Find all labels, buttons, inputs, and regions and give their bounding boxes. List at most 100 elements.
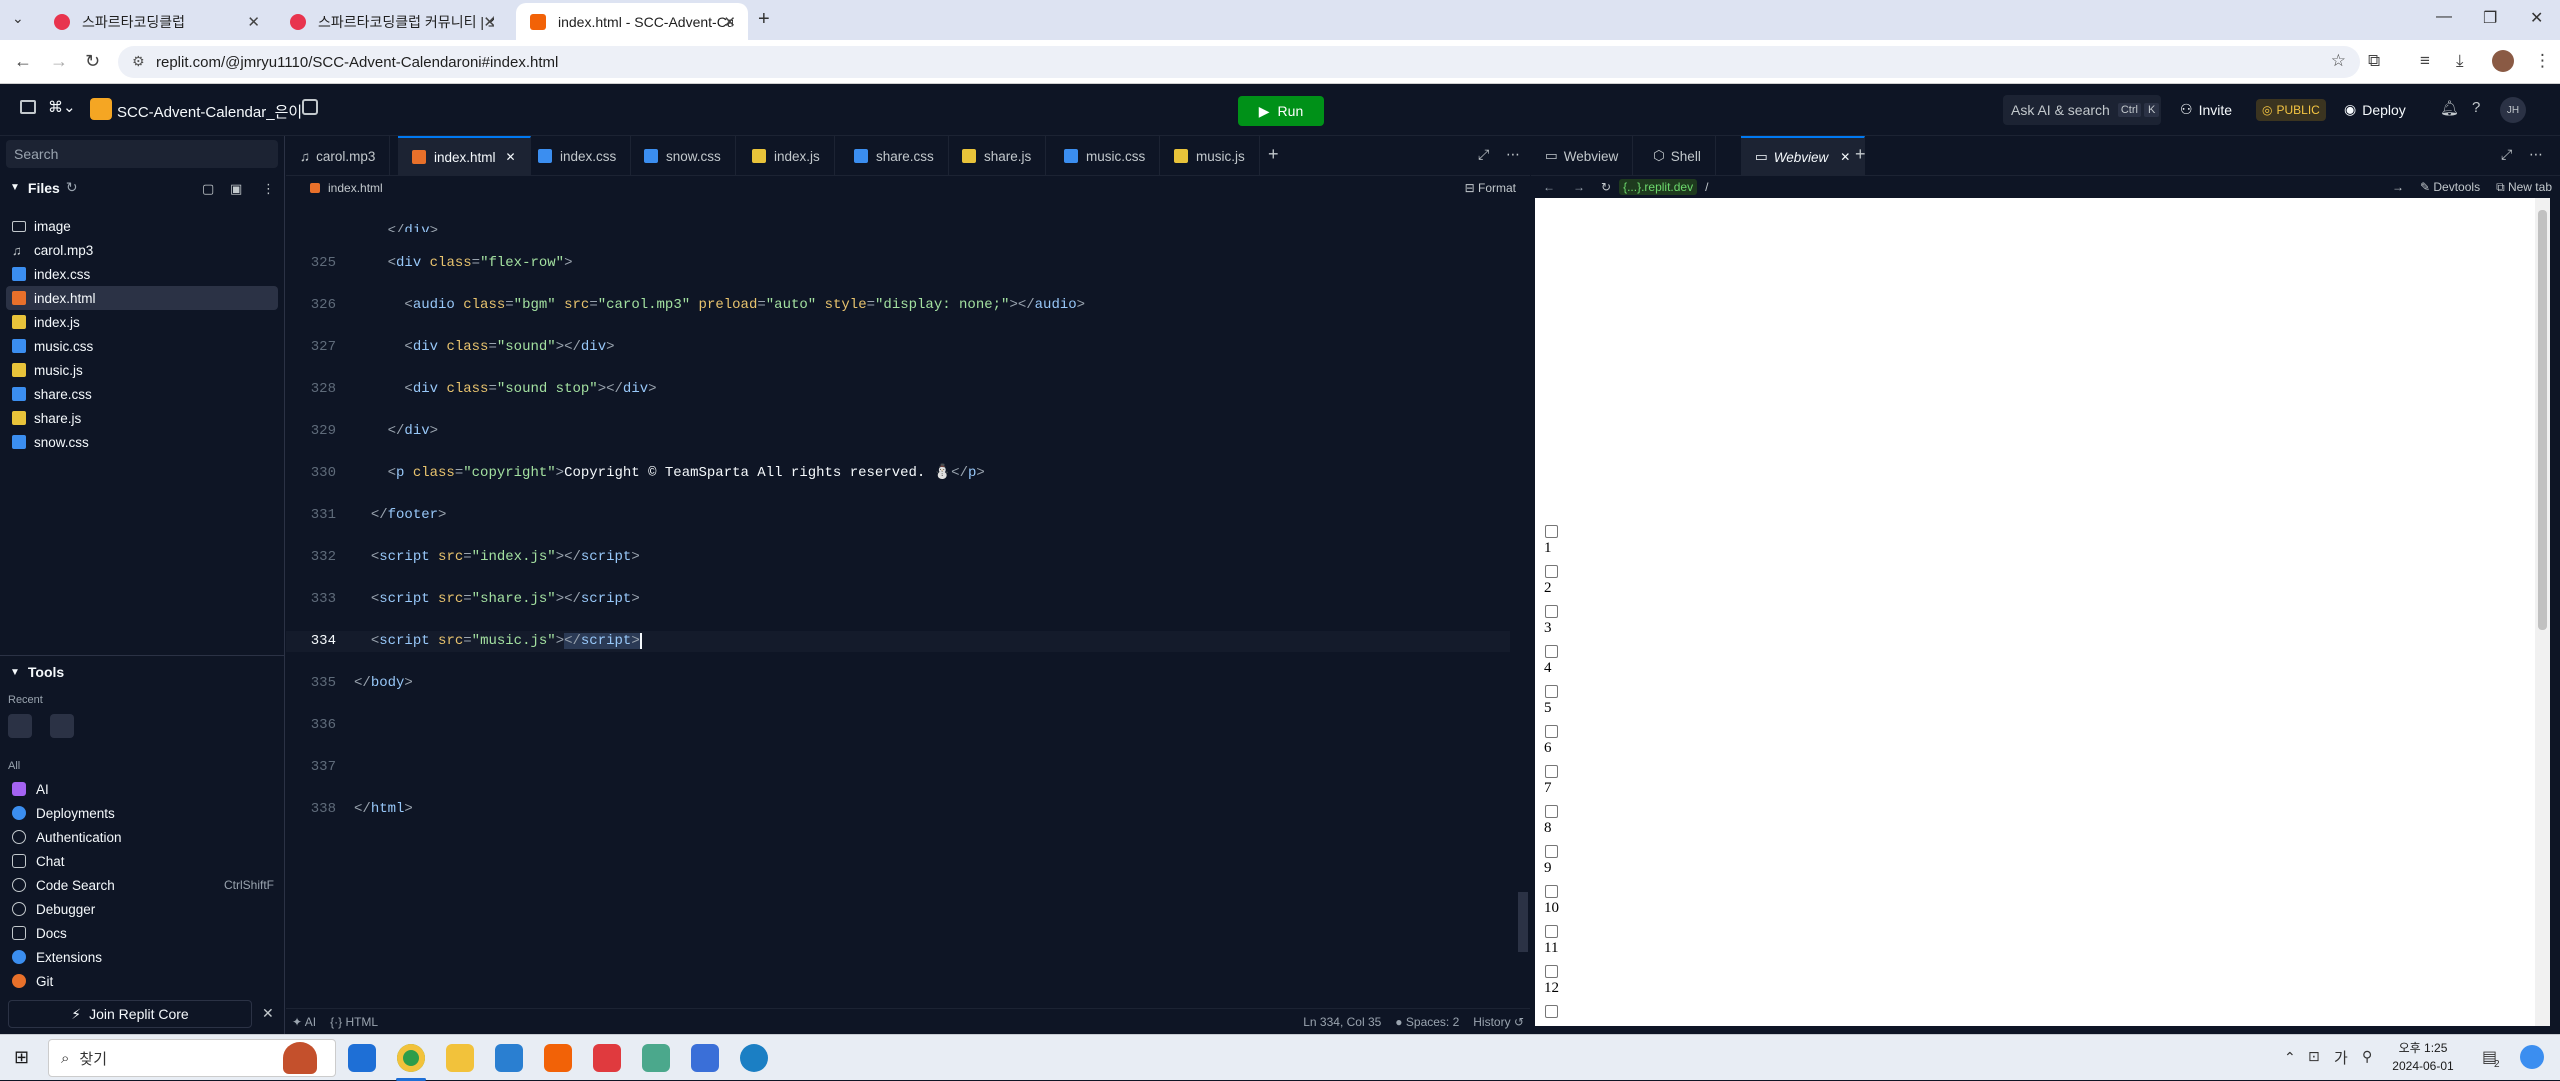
status-lang[interactable]: {·} HTML xyxy=(330,1015,378,1029)
sidebar-toggle-icon[interactable] xyxy=(20,100,36,114)
tray-icon[interactable]: ⚲ xyxy=(2362,1048,2372,1065)
status-spaces[interactable]: ● Spaces: 2 xyxy=(1395,1015,1459,1029)
day-checkbox[interactable] xyxy=(1545,605,1558,618)
copilot-icon[interactable] xyxy=(2520,1045,2544,1069)
close-icon[interactable]: ✕ xyxy=(262,1005,274,1022)
bell-icon[interactable]: 🔔︎ xyxy=(2440,99,2459,117)
window-close-icon[interactable]: ✕ xyxy=(2530,8,2543,28)
file-item-carol-mp3[interactable]: ♫ carol.mp3 xyxy=(12,238,93,262)
recent-webview-button[interactable] xyxy=(8,714,32,738)
forward-icon[interactable]: → xyxy=(50,51,68,72)
tools-section-header[interactable]: ▼ Tools xyxy=(10,664,64,680)
menu-kebab-icon[interactable]: ⋮ xyxy=(2534,51,2551,71)
tab-carol-mp3[interactable]: ♫ carol.mp3 xyxy=(286,136,391,176)
tab-share-js[interactable]: share.js xyxy=(948,136,1047,176)
docs-app-icon[interactable] xyxy=(691,1044,719,1072)
kebab-icon[interactable]: ⋮ xyxy=(262,181,275,197)
kebab-icon[interactable]: ⋯ xyxy=(1506,146,1520,163)
project-settings-icon[interactable] xyxy=(302,99,318,115)
tool-extensions[interactable]: Extensions xyxy=(12,946,102,968)
status-ai[interactable]: ✦ AI xyxy=(292,1015,316,1029)
ime-indicator[interactable]: 가 xyxy=(2334,1047,2348,1068)
tab-search-icon[interactable]: ⌄ xyxy=(12,10,24,27)
tool-chat[interactable]: Chat xyxy=(12,850,65,872)
tray-chevron-icon[interactable]: ⌃ xyxy=(2284,1049,2296,1066)
invite-button[interactable]: ⚇ Invite xyxy=(2180,101,2232,118)
day-checkbox[interactable] xyxy=(1545,645,1558,658)
new-tab-icon[interactable]: + xyxy=(758,8,770,31)
help-icon[interactable]: ? xyxy=(2472,99,2480,116)
code-content[interactable]: </div> 325 <div class="flex-row"> 326 <a… xyxy=(286,200,1510,980)
browser-tab-1[interactable]: 스파르타코딩클럽 ✕ xyxy=(40,3,272,40)
app-icon[interactable] xyxy=(642,1044,670,1072)
replit-app-icon[interactable] xyxy=(544,1044,572,1072)
recent-deploy-button[interactable] xyxy=(50,714,74,738)
reload-icon[interactable]: ↻ xyxy=(1601,180,1611,194)
cursor-position[interactable]: Ln 334, Col 35 xyxy=(1303,1015,1381,1029)
site-info-icon[interactable]: ⚙ xyxy=(132,53,145,70)
bookmark-star-icon[interactable]: ☆ xyxy=(2331,51,2346,71)
tool-git[interactable]: Git xyxy=(12,970,53,992)
devtools-button[interactable]: ✎ Devtools xyxy=(2420,180,2480,194)
day-checkbox[interactable] xyxy=(1545,965,1558,978)
minimize-icon[interactable]: — xyxy=(2436,8,2452,26)
back-icon[interactable]: ← xyxy=(1543,180,1555,194)
file-item-index-html[interactable]: index.html xyxy=(6,286,278,310)
tool-authentication[interactable]: Authentication xyxy=(12,826,122,848)
tool-ai[interactable]: AI xyxy=(12,778,49,800)
history-button[interactable]: History ↺ xyxy=(1473,1015,1524,1029)
add-tab-icon[interactable]: + xyxy=(1855,144,1866,165)
close-icon[interactable]: ✕ xyxy=(506,150,516,164)
webview-content[interactable]: 1 2 3 4 5 6 7 8 9 10 11 12 xyxy=(1535,198,2550,1026)
replit-logo-icon[interactable]: ⌘⌄ xyxy=(48,98,76,116)
vscode-icon[interactable] xyxy=(495,1044,523,1072)
file-item-index-css[interactable]: index.css xyxy=(12,262,90,286)
close-icon[interactable]: ✕ xyxy=(483,13,496,31)
join-replit-core-button[interactable]: ⚡︎ Join Replit Core xyxy=(8,1000,252,1028)
restore-icon[interactable]: ❐ xyxy=(2483,8,2497,28)
tab-share-css[interactable]: share.css xyxy=(840,136,949,176)
tab-music-js[interactable]: music.js xyxy=(1160,136,1260,176)
taskbar-search-input[interactable]: ⌕ 찾기 xyxy=(48,1039,336,1077)
breadcrumb-file[interactable]: index.html xyxy=(328,181,383,195)
file-item-image[interactable]: image xyxy=(12,214,71,238)
day-checkbox[interactable] xyxy=(1545,685,1558,698)
editor-scrollbar[interactable] xyxy=(1518,892,1528,952)
maximize-icon[interactable]: ⤢ xyxy=(2501,146,2512,163)
tab-webview[interactable]: ▭ Webview xyxy=(1531,136,1634,176)
network-icon[interactable]: ⊡ xyxy=(2308,1048,2320,1065)
sidebar-search-input[interactable]: Search xyxy=(6,140,278,168)
format-button[interactable]: ⊟ Format xyxy=(1465,181,1516,195)
close-icon[interactable]: ✕ xyxy=(723,13,736,31)
day-checkbox[interactable] xyxy=(1545,925,1558,938)
app-icon[interactable] xyxy=(593,1044,621,1072)
file-explorer-icon[interactable] xyxy=(446,1044,474,1072)
file-item-share-js[interactable]: share.js xyxy=(12,406,81,430)
file-item-snow-css[interactable]: snow.css xyxy=(12,430,89,454)
edge-dev-icon[interactable] xyxy=(740,1044,768,1072)
user-avatar[interactable]: JH xyxy=(2500,97,2526,123)
close-icon[interactable]: ✕ xyxy=(247,13,260,31)
new-file-icon[interactable]: ▢ xyxy=(202,181,214,197)
profile-avatar[interactable] xyxy=(2492,50,2514,72)
browser-tab-3[interactable]: index.html - SCC-Advent-Cale ✕ xyxy=(516,3,748,40)
extensions-icon[interactable]: ⧉ xyxy=(2368,51,2380,71)
close-icon[interactable]: ✕ xyxy=(1840,150,1850,164)
project-name[interactable]: SCC-Advent-Calendar_은이 xyxy=(117,101,302,122)
tab-snow-css[interactable]: snow.css xyxy=(630,136,736,176)
deploy-button[interactable]: ◉ Deploy xyxy=(2344,101,2406,118)
back-icon[interactable]: ← xyxy=(14,51,32,72)
run-button[interactable]: ▶ Run xyxy=(1238,96,1324,126)
download-icon[interactable]: ⤓ xyxy=(2456,51,2464,71)
taskbar-clock[interactable]: 오후 1:25 2024-06-01 xyxy=(2390,1039,2456,1075)
go-icon[interactable]: → xyxy=(2392,180,2404,194)
day-checkbox[interactable] xyxy=(1545,565,1558,578)
tool-deployments[interactable]: Deployments xyxy=(12,802,115,824)
public-badge[interactable]: ◎ PUBLIC xyxy=(2256,99,2326,121)
chrome-icon[interactable] xyxy=(397,1044,425,1072)
tab-index-html[interactable]: index.html ✕ xyxy=(398,136,531,176)
file-item-music-css[interactable]: music.css xyxy=(12,334,93,358)
add-tab-icon[interactable]: + xyxy=(1268,144,1279,165)
windows-start-icon[interactable]: ⊞ xyxy=(14,1047,29,1068)
tab-music-css[interactable]: music.css xyxy=(1050,136,1161,176)
